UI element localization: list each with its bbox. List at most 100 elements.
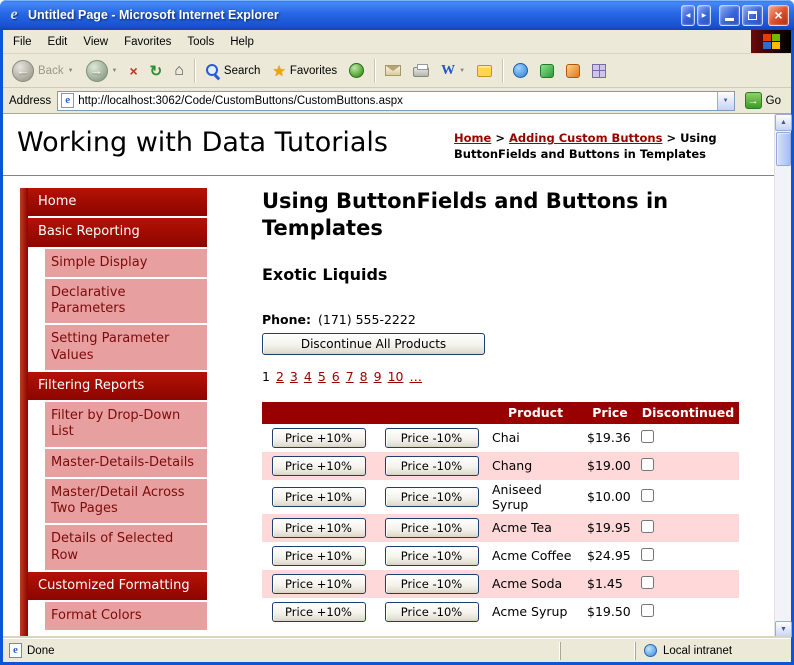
price-up-button[interactable]: Price +10%	[271, 517, 366, 538]
grid-header-col1	[375, 401, 488, 424]
discontinued-checkbox[interactable]	[641, 429, 654, 443]
toolbar-separator	[193, 58, 195, 83]
breadcrumb-link-adding-custom-buttons[interactable]: Adding Custom Buttons	[509, 131, 662, 145]
price-up-button[interactable]: Price +10%	[271, 545, 366, 566]
window-controls: ◀ ▶ ×	[681, 4, 789, 26]
discontinued-checkbox[interactable]	[641, 457, 654, 471]
menu-edit[interactable]: Edit	[40, 32, 76, 52]
menu-help[interactable]: Help	[222, 32, 262, 52]
price-down-button[interactable]: Price -10%	[384, 573, 479, 594]
scroll-up-button[interactable]: ▲	[775, 114, 792, 131]
discuss-button[interactable]	[472, 62, 497, 80]
history-icon	[349, 63, 365, 78]
price-down-button[interactable]: Price -10%	[384, 601, 479, 622]
price-down-button[interactable]: Price -10%	[384, 427, 479, 448]
minimize-button[interactable]	[719, 4, 740, 26]
title-bar: e Untitled Page - Microsoft Internet Exp…	[0, 0, 794, 30]
back-button[interactable]: ← Back ▼	[7, 57, 79, 85]
close-button[interactable]: ×	[768, 4, 789, 26]
breadcrumb-link-home[interactable]: Home	[454, 131, 491, 145]
button-cell: Price -10%	[375, 570, 488, 598]
windows-flag-icon	[762, 34, 780, 49]
maximize-button[interactable]	[742, 4, 763, 26]
menu-file[interactable]: File	[5, 32, 40, 52]
button-cell: Price +10%	[262, 452, 375, 480]
status-bar: e Done Local intranet	[3, 638, 791, 662]
pager-page-6[interactable]: 6	[332, 369, 340, 384]
pager-page-4[interactable]: 4	[304, 369, 312, 384]
sidebar-item-format-colors[interactable]: Format Colors	[45, 602, 207, 631]
grid-row-acme-coffee: Price +10% Price -10% Acme Coffee $24.95	[262, 542, 739, 570]
price-up-button[interactable]: Price +10%	[271, 486, 366, 507]
pager-page-8[interactable]: 8	[360, 369, 368, 384]
sidebar-item-customized-formatting[interactable]: Customized Formatting	[28, 571, 207, 600]
price-up-button[interactable]: Price +10%	[271, 601, 366, 622]
price-down-button[interactable]: Price -10%	[384, 517, 479, 538]
window-title: Untitled Page - Microsoft Internet Explo…	[28, 8, 279, 22]
sidebar-item-filtering-reports[interactable]: Filtering Reports	[28, 371, 207, 400]
web-globe-button[interactable]	[508, 60, 533, 81]
price-down-button[interactable]: Price -10%	[384, 545, 479, 566]
discontinued-checkbox[interactable]	[641, 603, 654, 617]
discontinued-checkbox[interactable]	[641, 488, 654, 502]
pager-page-2[interactable]: 2	[276, 369, 284, 384]
sidebar-item-master-detail-across-two-pages[interactable]: Master/Detail Across Two Pages	[45, 478, 207, 524]
edit-button[interactable]: W ▼	[436, 61, 470, 81]
scrollbar-thumb[interactable]	[776, 132, 791, 166]
button-cell: Price +10%	[262, 570, 375, 598]
sidebar-item-master-details-details[interactable]: Master-Details-Details	[45, 448, 207, 477]
pager-page-7[interactable]: 7	[346, 369, 354, 384]
menu-tools[interactable]: Tools	[179, 32, 222, 52]
address-dropdown-button[interactable]: ▼	[716, 91, 734, 110]
address-input[interactable]: e http://localhost:3062/Code/CustomButto…	[57, 90, 735, 111]
pager-page-10[interactable]: 10	[388, 369, 404, 384]
discontinue-all-button[interactable]: Discontinue All Products	[262, 332, 485, 355]
products-grid: Product Price Discontinued Price +10% Price…	[262, 401, 739, 626]
stop-button[interactable]: ×	[124, 60, 142, 82]
discontinued-checkbox[interactable]	[641, 519, 654, 533]
sidebar-item-declarative-parameters[interactable]: Declarative Parameters	[45, 278, 207, 324]
address-label: Address	[9, 94, 52, 107]
sidebar-item-home[interactable]: Home	[28, 188, 207, 217]
price-up-button[interactable]: Price +10%	[271, 455, 366, 476]
messenger-button[interactable]	[535, 61, 559, 81]
button-cell: Price -10%	[375, 480, 488, 514]
menu-favorites[interactable]: Favorites	[116, 32, 179, 52]
tiles-button[interactable]	[587, 61, 611, 81]
vertical-scrollbar[interactable]: ▲ ▼	[774, 114, 792, 638]
print-button[interactable]	[408, 61, 434, 80]
button-cell: Price -10%	[375, 424, 488, 452]
price-down-button[interactable]: Price -10%	[384, 455, 479, 476]
scroll-down-button[interactable]: ▼	[775, 621, 792, 638]
pager-page-9[interactable]: 9	[374, 369, 382, 384]
status-page-icon: e	[9, 643, 22, 658]
discontinued-checkbox[interactable]	[641, 575, 654, 589]
history-button[interactable]	[344, 60, 369, 81]
discontinued-checkbox[interactable]	[641, 547, 654, 561]
sidebar-item-filter-by-drop-down-list[interactable]: Filter by Drop-Down List	[45, 402, 207, 447]
pager-page-ellipsis[interactable]: …	[409, 369, 422, 384]
home-button[interactable]: ⌂	[169, 59, 189, 83]
sidebar-item-details-of-selected-row[interactable]: Details of Selected Row	[45, 525, 207, 570]
research-button[interactable]	[561, 61, 585, 81]
sidebar-item-simple-display[interactable]: Simple Display	[45, 248, 207, 277]
sidebar-item-setting-parameter-values[interactable]: Setting Parameter Values	[45, 325, 207, 370]
pager-page-5[interactable]: 5	[318, 369, 326, 384]
price-up-button[interactable]: Price +10%	[271, 427, 366, 448]
price-down-button[interactable]: Price -10%	[384, 486, 479, 507]
go-button[interactable]: → Go	[741, 91, 785, 110]
grid-body: Price +10% Price -10% Chai $19.36 Price +10%…	[262, 424, 739, 626]
title-nav-forward-button[interactable]: ▶	[697, 4, 711, 26]
print-icon	[413, 64, 430, 77]
grid-header-col0	[262, 401, 375, 424]
favorites-button[interactable]: ★ Favorites	[267, 59, 342, 83]
pager-page-3[interactable]: 3	[290, 369, 298, 384]
mail-button[interactable]	[380, 62, 406, 79]
sidebar-item-basic-reporting[interactable]: Basic Reporting	[28, 218, 207, 247]
refresh-button[interactable]: ↻	[145, 59, 168, 83]
menu-view[interactable]: View	[75, 32, 116, 52]
forward-button[interactable]: → ▼	[81, 57, 123, 85]
title-nav-back-button[interactable]: ◀	[681, 4, 695, 26]
price-up-button[interactable]: Price +10%	[271, 573, 366, 594]
search-button[interactable]: Search	[200, 60, 265, 81]
